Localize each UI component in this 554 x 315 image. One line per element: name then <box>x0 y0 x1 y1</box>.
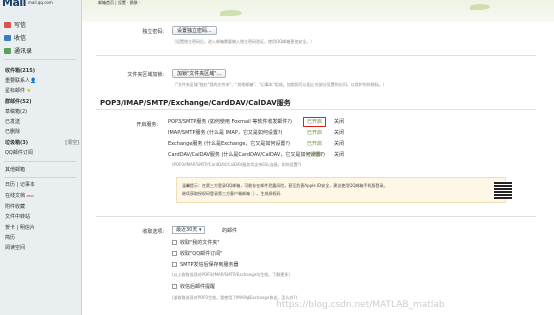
sidebar-item-sent[interactable]: 已发送 <box>5 118 20 125</box>
sidebar-item-inbox[interactable]: 收件箱(215) <box>5 67 35 74</box>
sidebar-item-other-mailboxes[interactable]: 其他邮箱 <box>5 166 25 173</box>
section-divider <box>96 216 536 217</box>
section-title: POP3/IMAP/SMTP/Exchange/CardDAV/CalDAV服务 <box>100 99 291 107</box>
receive-options-note: (以上收取选项对POP3/IMAP/SMTP/Exchange均生效。了解更多) <box>172 272 290 277</box>
independent-password-note: （设置独立密码后，进入邮箱需要输入独立密码验证，使用QQ邮箱更加安全。） <box>172 39 315 44</box>
compose-label: 写信 <box>14 22 27 29</box>
mail-domain: mail.qq.com <box>28 0 53 5</box>
contacts-button[interactable]: 通讯录 <box>4 46 32 55</box>
empty-spam-link[interactable]: [清空] <box>65 139 80 146</box>
contacts-icon <box>4 47 11 54</box>
new-badge: NEW <box>26 194 34 198</box>
receive-label: 收信 <box>14 35 27 42</box>
sidebar-item-group[interactable]: 群邮件(52) <box>5 98 32 105</box>
service-imap-name: IMAP/SMTP服务 (什么是 IMAP，它又是如何设置?) <box>168 130 283 136</box>
option-mail-reminder: 收信后邮件提醒 <box>180 284 216 290</box>
compose-button[interactable]: 写信 <box>4 20 26 29</box>
contacts-label: 通讯录 <box>14 48 33 55</box>
receive-range-value: 最近30天 <box>176 227 198 233</box>
folder-lock-label: 文件夹区域加锁: <box>127 72 164 78</box>
set-password-button[interactable]: 设置独立密码... <box>172 26 217 35</box>
services-ssl-note: (POP3/IMAP/SMTP/CardDAV/CalDAV服务均支持SSL连接… <box>172 162 302 167</box>
person-icon: 👤 <box>30 78 37 84</box>
sidebar-item-calendar[interactable]: 日历 | 记事本 <box>5 181 35 188</box>
qr-code-icon <box>494 181 512 199</box>
lock-folder-button[interactable]: 加锁"文件夹区域"... <box>172 69 227 78</box>
folder-lock-note: （"文件夹区域"指在"我的文件夹"、"其他邮箱"、"记事本"组成。加锁即可以阻止… <box>172 82 387 87</box>
sidebar-item-file-transfer[interactable]: 文件中转站 <box>5 213 30 220</box>
checkbox-my-folders[interactable] <box>172 240 177 245</box>
sidebar-divider <box>4 161 76 162</box>
sidebar-item-drafts[interactable]: 草稿箱(2) <box>5 108 27 115</box>
sidebar-item-reading[interactable]: 阅读空间 <box>5 244 25 251</box>
bamboo-leaf-decor <box>220 10 242 16</box>
option-subscription: 收取"QQ邮件订阅" <box>180 251 223 257</box>
sidebar-item-deleted[interactable]: 已删除 <box>5 128 20 135</box>
section-divider <box>96 109 536 110</box>
service-carddav-name: CardDAV/CalDAV服务 (什么是CardDAV/CalDAV，它又是如… <box>168 152 325 158</box>
watermark: https://blog.csdn.net/MATLAB_matlab <box>276 300 445 310</box>
option-my-folders: 收取"我的文件夹" <box>180 240 220 246</box>
inbox-icon <box>4 34 11 41</box>
service-pop3-name: POP3/SMTP服务 (如何使用 Foxmail 等软件收发邮件?) <box>168 119 292 125</box>
bamboo-leaf-decor <box>470 4 490 10</box>
service-pop3: POP3/SMTP服务 (如何使用 Foxmail 等软件收发邮件?) <box>168 118 292 125</box>
sidebar-item-label: 垃圾箱(3) <box>5 140 29 146</box>
pop3-close-link[interactable]: 关闭 <box>334 118 344 125</box>
service-carddav: CardDAV/CalDAV服务 (什么是CardDAV/CalDAV，它又是如… <box>168 151 325 158</box>
exchange-status: 已开启 <box>307 141 323 147</box>
exchange-close-link[interactable]: 关闭 <box>334 140 344 147</box>
highlight-box <box>303 117 326 127</box>
receive-range-suffix: 的邮件 <box>222 228 238 234</box>
sidebar-item-label: 重要联系人 <box>5 78 31 84</box>
checkbox-smtp-save[interactable] <box>172 262 177 267</box>
sidebar-item-cards[interactable]: 贺卡 | 明信片 <box>5 224 35 231</box>
top-links[interactable]: 邮箱首页 | 设置 · 换肤 · <box>98 0 140 6</box>
carddav-close-link[interactable]: 关闭 <box>334 151 344 158</box>
service-imap: IMAP/SMTP服务 (什么是 IMAP，它又是如何设置?) <box>168 129 282 136</box>
sidebar-item-label: 星标邮件 <box>5 88 26 94</box>
pencil-icon <box>4 21 11 28</box>
sidebar-item-vip[interactable]: 重要联系人👤 <box>5 77 36 84</box>
sidebar-divider <box>4 177 76 178</box>
service-exchange: Exchange服务 (什么是Exchange，它又是如何设置?) <box>168 140 290 147</box>
checkbox-subscription[interactable] <box>172 251 177 256</box>
receive-range-select[interactable]: 最近30天 ▾ <box>172 226 206 234</box>
checkbox-mail-reminder[interactable] <box>172 284 177 289</box>
sidebar-divider <box>4 59 76 60</box>
carddav-status: 已开启 <box>307 152 323 158</box>
alert-line-2[interactable]: 继续获取授权码登录第三方客户端邮箱 ⓘ 。生成授权码 <box>182 191 281 197</box>
alert-line-1: 温馨提示：在第三方登录QQ邮箱，可能存在邮件泄露风险，甚至危害Apple ID安… <box>182 183 388 188</box>
sidebar-item-subscription[interactable]: QQ邮件订阅 <box>5 149 33 156</box>
imap-close-link[interactable]: 关闭 <box>334 129 344 136</box>
sidebar-item-docs[interactable]: 在线文档 NEW <box>5 192 34 199</box>
section-divider <box>96 55 536 56</box>
receive-button[interactable]: 收信 <box>4 33 26 42</box>
option-smtp-save: SMTP发信后保存到服务器 <box>180 262 239 268</box>
sidebar-item-attachments[interactable]: 附件收藏 <box>5 203 25 210</box>
service-label: 开启服务: <box>136 122 158 128</box>
mail-logo[interactable]: Mail <box>2 0 26 9</box>
sidebar-item-spam[interactable]: 垃圾箱(3) [清空] <box>5 139 81 146</box>
independent-password-label: 独立密码: <box>142 29 164 35</box>
star-icon: ★ <box>26 88 32 94</box>
header-bamboo-banner <box>0 0 554 22</box>
settings-panel <box>84 22 554 315</box>
service-exchange-name: Exchange服务 (什么是Exchange，它又是如何设置?) <box>168 141 291 147</box>
sidebar-item-resume[interactable]: 简历 <box>5 234 15 241</box>
security-alert <box>176 177 506 203</box>
imap-status: 已开启 <box>307 130 323 136</box>
receive-options-label: 收取选项: <box>142 229 164 235</box>
sidebar-item-label: 在线文档 <box>5 193 26 199</box>
sidebar-item-starred[interactable]: 星标邮件 ★ <box>5 87 31 94</box>
